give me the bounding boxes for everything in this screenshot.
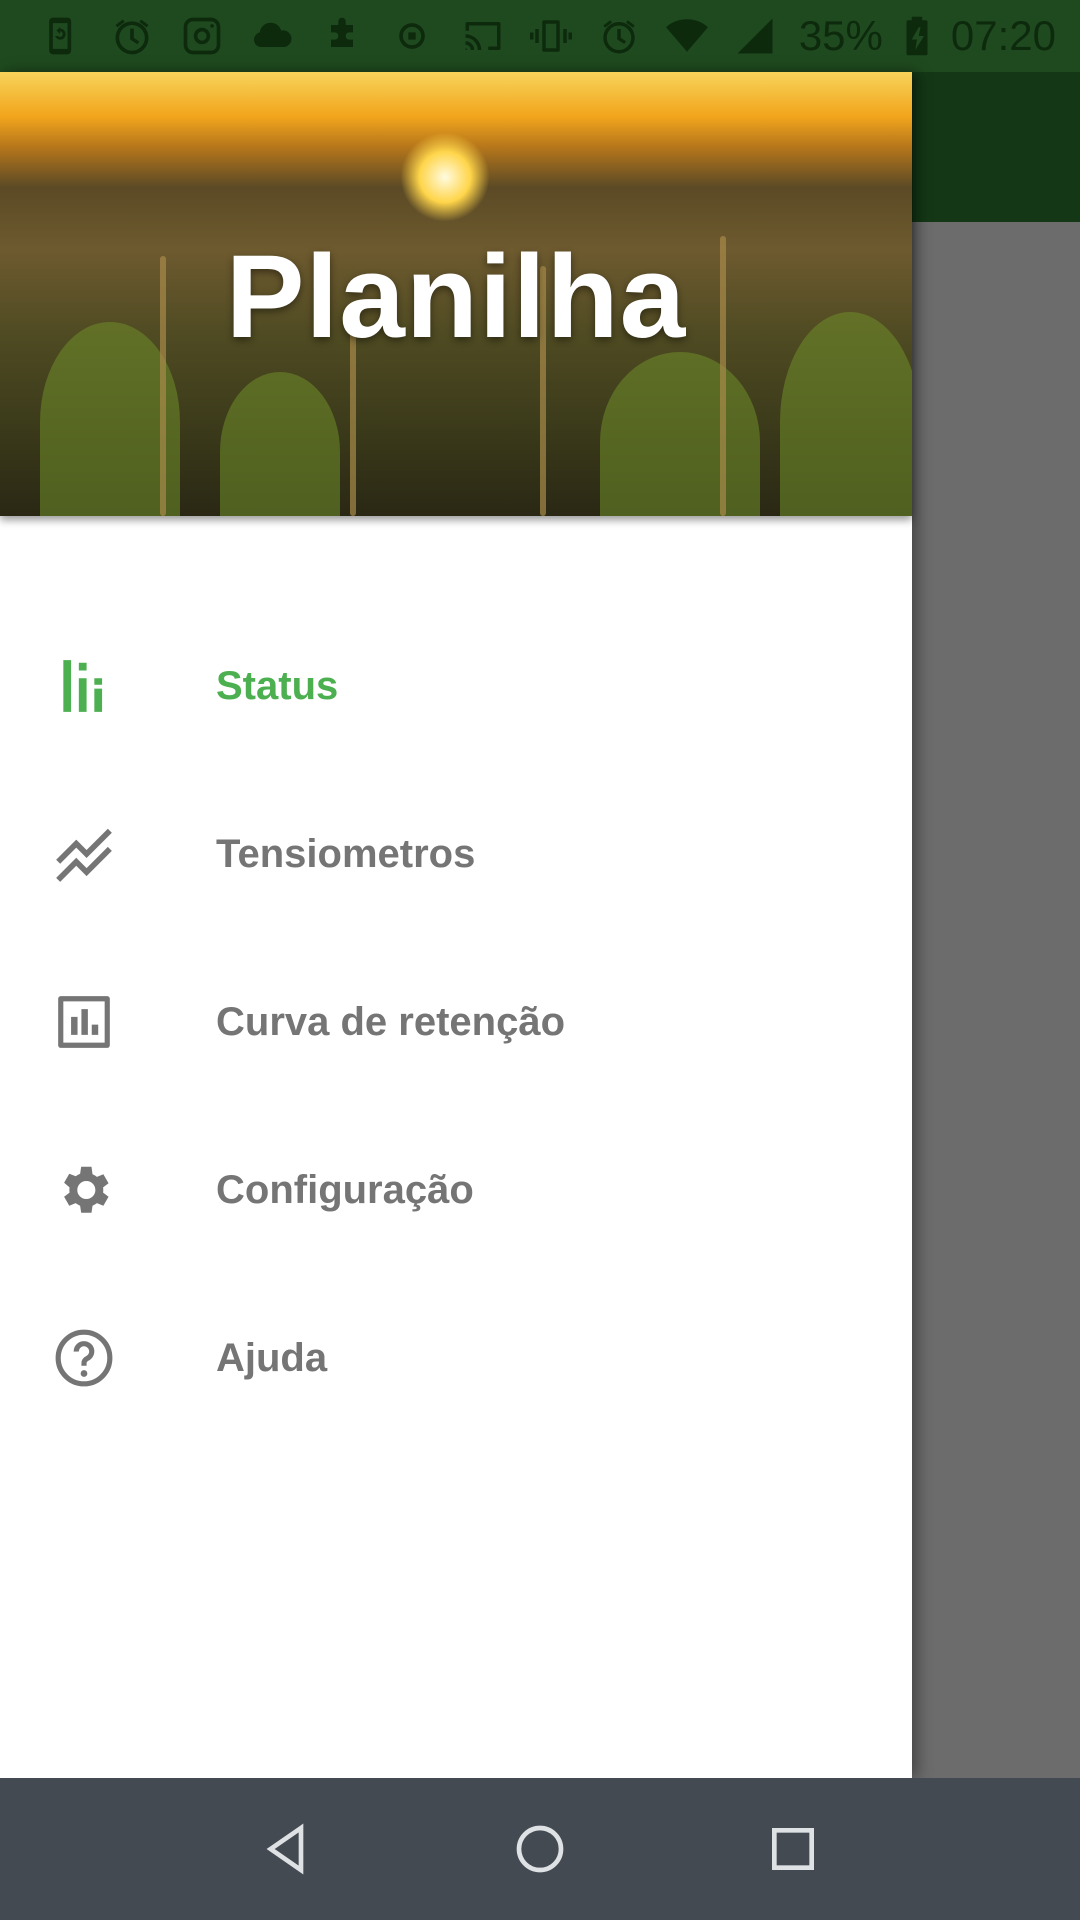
menu-item-label: Ajuda xyxy=(216,1335,328,1380)
drawer-header-title: Planilha xyxy=(225,231,687,363)
cast-icon xyxy=(459,12,507,60)
menu-item-label: Tensiometros xyxy=(216,831,476,876)
alarm-icon xyxy=(108,12,156,60)
back-icon xyxy=(266,1823,303,1875)
menu-item-ajuda[interactable]: Ajuda xyxy=(0,1274,912,1442)
wifi-icon xyxy=(663,12,711,60)
status-bar: 35% 07:20 xyxy=(0,0,1080,72)
bar-chart-icon xyxy=(52,654,116,718)
phone-sync-icon xyxy=(38,12,86,60)
menu-item-tensiometros[interactable]: Tensiometros xyxy=(0,770,912,938)
back-button[interactable] xyxy=(247,1809,327,1889)
system-navigation-bar xyxy=(0,1778,1080,1920)
drawer-header: Planilha xyxy=(0,72,912,516)
menu-item-curva-de-retencao[interactable]: Curva de retenção xyxy=(0,938,912,1106)
drawer-menu: Status Tensiometros Curva de retenção Co… xyxy=(0,602,912,1442)
puzzle-icon xyxy=(318,12,366,60)
home-icon xyxy=(516,1825,564,1873)
instagram-icon xyxy=(178,12,226,60)
clock: 07:20 xyxy=(950,12,1056,59)
alarm-icon xyxy=(595,12,643,60)
signal-icon xyxy=(731,12,779,60)
trending-lines-icon xyxy=(52,822,116,886)
field-image xyxy=(220,372,340,516)
menu-item-label: Configuração xyxy=(216,1167,474,1212)
chart-box-icon xyxy=(52,990,116,1054)
battery-percent: 35% xyxy=(798,12,883,59)
gear-icon xyxy=(52,1158,116,1222)
sun-image xyxy=(400,132,490,222)
status-bar-right: 35% 07:20 xyxy=(459,12,1056,60)
recents-icon xyxy=(772,1828,815,1870)
recents-button[interactable] xyxy=(753,1809,833,1889)
help-circle-icon xyxy=(52,1326,116,1390)
screen-record-icon xyxy=(388,12,436,60)
cloud-icon xyxy=(248,12,296,60)
status-bar-left-icons xyxy=(38,12,459,60)
menu-item-configuracao[interactable]: Configuração xyxy=(0,1106,912,1274)
navigation-drawer: Planilha Status Tensiometros Curva de re… xyxy=(0,72,912,1778)
vibrate-icon xyxy=(527,12,575,60)
field-image xyxy=(600,352,760,516)
menu-item-label: Status xyxy=(216,663,339,708)
home-button[interactable] xyxy=(500,1809,580,1889)
menu-item-label: Curva de retenção xyxy=(216,999,566,1044)
menu-item-status[interactable]: Status xyxy=(0,602,912,770)
battery-icon xyxy=(903,12,931,60)
